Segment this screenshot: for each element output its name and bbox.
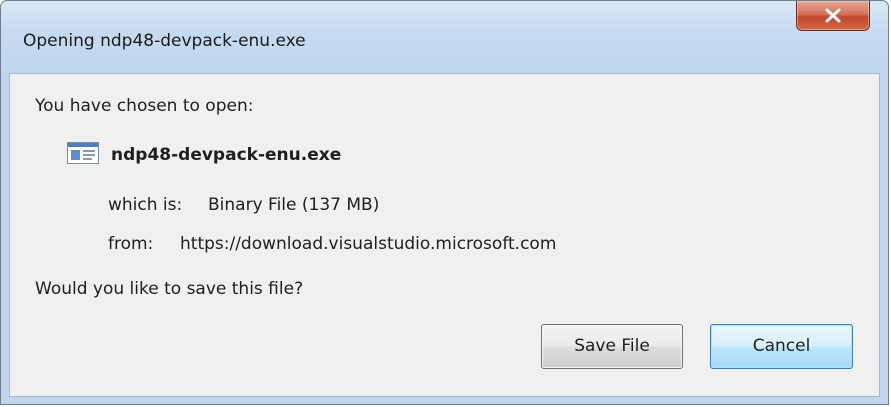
file-type-label: which is: <box>108 195 183 215</box>
source-label: from: <box>108 234 154 254</box>
dialog-window: Opening ndp48-devpack-enu.exe You have c… <box>0 0 889 405</box>
close-icon <box>825 8 841 23</box>
file-name: ndp48-devpack-enu.exe <box>111 145 342 165</box>
file-icon <box>67 142 99 164</box>
close-button[interactable] <box>796 1 870 31</box>
title-bar[interactable]: Opening ndp48-devpack-enu.exe <box>1 1 888 69</box>
cancel-button[interactable]: Cancel <box>710 324 853 369</box>
save-file-button[interactable]: Save File <box>541 324 683 369</box>
intro-text: You have chosen to open: <box>35 96 254 116</box>
save-question: Would you like to save this file? <box>35 279 304 299</box>
source-url: https://download.visualstudio.microsoft.… <box>180 234 557 254</box>
dialog-content: You have chosen to open: ndp48-devpack-e… <box>9 73 880 397</box>
window-title: Opening ndp48-devpack-enu.exe <box>23 31 306 51</box>
file-type-value: Binary File (137 MB) <box>208 195 380 215</box>
